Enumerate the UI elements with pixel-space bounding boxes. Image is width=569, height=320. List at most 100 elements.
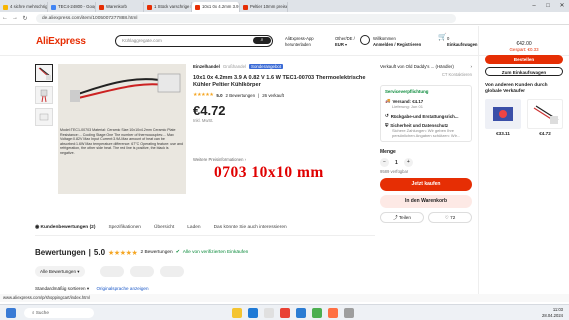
likes-count: 72 (450, 215, 456, 220)
tab-recommendations[interactable]: Das könnte Sie auch interessieren (214, 225, 287, 230)
recommendation-item[interactable]: €4.72 (527, 99, 563, 136)
thumbnail[interactable] (35, 86, 53, 104)
recommendation-price: €4.72 (539, 131, 551, 136)
browser-tab-active[interactable]: 10x1 0x 4.2mm 3.9 4.0 82 V (192, 2, 240, 12)
tab-label: 4 sichre mehrschrige sichte T (10, 4, 48, 9)
sold-by-label: Verkauft von (380, 64, 405, 69)
app-download[interactable]: AliExpress-App herunterladen (285, 36, 314, 47)
detail-tabs: ◉ Kundenbewertungen (2) Spezifikationen … (35, 225, 287, 230)
browser-tab[interactable]: TEC4-24800 - Google Suche (48, 2, 96, 12)
browser-tab[interactable]: Warenkorb (96, 2, 144, 12)
product-main-image[interactable]: Model:TEC1-00703 Material: Ceramic Size:… (58, 64, 186, 194)
back-icon[interactable]: ← (0, 15, 10, 21)
tab-favicon-icon (51, 4, 56, 10)
taskbar-search[interactable]: ⌕ Suche (24, 308, 94, 318)
go-to-cart-button[interactable]: Zum Einkaufswagen (485, 67, 563, 76)
special-offer-badge: Sonderangebot (249, 64, 284, 69)
chevron-right-icon: › (244, 157, 247, 162)
tab-label: TEC4-24800 - Google Suche (58, 4, 95, 9)
verified-label: Alle von verifizierten Einkäufen (182, 250, 249, 255)
search-icon[interactable]: ⌕ (253, 37, 271, 44)
wishlist-button[interactable]: ♡ 72 (428, 212, 472, 223)
currency-label: EUR (335, 41, 344, 47)
forward-icon[interactable]: → (10, 15, 20, 21)
original-language-link[interactable]: Originalsprache anzeigen (96, 286, 148, 291)
close-icon[interactable]: ✕ (555, 0, 569, 12)
account-menu[interactable]: Willkommen Anmelden / Registrieren (373, 36, 421, 47)
seller-line[interactable]: Verkauft von Old Daddy's ... (Händler) › (380, 64, 472, 69)
minimize-icon[interactable]: – (527, 0, 541, 12)
chevron-down-icon: ▾ (77, 269, 80, 274)
excel-icon[interactable] (312, 308, 322, 318)
cart-link[interactable]: 🛒 (438, 34, 447, 41)
share-icon: ⤴ (393, 215, 398, 220)
product-title: 10x1 0x 4.2mm 3.9 A 0.82 V 1.6 W TEC1-00… (193, 75, 366, 88)
tab-specifications[interactable]: Spezifikationen (108, 225, 141, 230)
sort-dropdown[interactable]: Standardmäßig sortieren ▾ (35, 286, 89, 291)
browser-tab[interactable]: Peltier 10mm preise spulen (240, 2, 288, 12)
thumbnail[interactable] (35, 64, 53, 82)
product-price: €4.72 (193, 103, 226, 118)
filter-chip[interactable] (130, 266, 154, 277)
system-clock[interactable]: 11:03 28.04.2024 (542, 307, 563, 318)
tab-wholesale[interactable]: Großhandel (223, 64, 246, 69)
add-to-cart-button[interactable]: In den Warenkorb (380, 195, 472, 208)
return-icon: ↺ (385, 113, 389, 118)
contact-seller[interactable]: CT Kontaktieren (380, 72, 472, 77)
order-button[interactable]: Bestellen (485, 55, 563, 64)
browser-tab[interactable]: 1 Stück varschrige Kühlung d (144, 2, 192, 12)
price-info-link[interactable]: Weitere Preisinformationen › (193, 157, 369, 162)
thumbnail[interactable] (35, 108, 53, 126)
vat-note: Inkl. MwSt. (193, 118, 214, 123)
buy-box: Verkauft von Old Daddy's ... (Händler) ›… (380, 64, 472, 223)
tab-overview[interactable]: Übersicht (154, 225, 174, 230)
returns-row[interactable]: ↺ Rückgabe-und Erstattungsrich... (385, 113, 467, 119)
stock-available: 9589 verfügbar (380, 169, 409, 174)
tab-retail[interactable]: Einzelhandel (193, 64, 220, 69)
language-currency-selector[interactable]: Other/DE / EUR ▾ (335, 36, 355, 47)
taskbar-search-label: Suche (35, 310, 49, 315)
account-signin: Anmelden / Registrieren (373, 41, 422, 47)
url-field[interactable]: de.aliexpress.com/item/1005007277888.htm… (36, 13, 456, 23)
maximize-icon[interactable]: □ (541, 0, 555, 12)
plus-icon[interactable]: + (403, 158, 413, 167)
share-button[interactable]: ⤴ Teilen (380, 212, 424, 223)
search-input[interactable]: Kühlaggregate.com ⌕ (115, 35, 273, 47)
seller-name[interactable]: Old Daddy's ... (Händler) (406, 64, 454, 69)
user-icon (360, 35, 370, 45)
tab-reviews[interactable]: ◉ Kundenbewertungen (2) (35, 225, 95, 230)
cart-label-group[interactable]: 0 Einkaufswagen (447, 36, 477, 47)
file-explorer-icon[interactable] (232, 308, 242, 318)
start-icon[interactable] (6, 308, 16, 318)
store-icon[interactable] (264, 308, 274, 318)
rating-value: 5.0 (216, 92, 223, 98)
filter-chip[interactable] (100, 266, 124, 277)
word-icon[interactable] (296, 308, 306, 318)
delivery-date: Lieferung: Jun 01 (392, 104, 423, 109)
browser-tab[interactable]: 4 sichre mehrschrige sichte T (0, 2, 48, 12)
filter-chip[interactable] (160, 266, 184, 277)
app-icon[interactable] (280, 308, 290, 318)
shield-icon: ⛨ (385, 123, 389, 128)
buy-now-button[interactable]: Jetzt kaufen (380, 178, 472, 191)
quantity-value[interactable]: 1 (395, 160, 398, 166)
taskbar: ⌕ Suche 11:03 28.04.2024 (0, 304, 569, 320)
review-count[interactable]: 2 Bewertungen (226, 93, 256, 98)
review-filter-dropdown[interactable]: Alle Bewertungen ▾ (35, 266, 85, 277)
settings-icon[interactable] (344, 308, 354, 318)
tab-favicon-icon (147, 4, 152, 10)
security-sub: Sichere Zahlungen: Wir geben Ihre persön… (392, 128, 461, 138)
right-sidebar: €42.00 Gespart: €0.33 Bestellen Zum Eink… (478, 26, 569, 296)
aliexpress-logo[interactable]: AliExpress (36, 36, 86, 47)
recommendation-list: €33.11 €4.72 (485, 99, 563, 136)
product-info: Einzelhandel Großhandel Sonderangebot 10… (193, 64, 369, 162)
reviews-count: 2 Bewertungen (140, 250, 173, 255)
edge-icon[interactable] (248, 308, 258, 318)
truck-icon: 🚚 (385, 98, 391, 103)
minus-icon[interactable]: − (380, 158, 389, 167)
tab-store[interactable]: Laden (187, 225, 200, 230)
firefox-icon[interactable] (328, 308, 338, 318)
recommendation-item[interactable]: €33.11 (485, 99, 521, 136)
sort-row: Standardmäßig sortieren ▾ Originalsprach… (35, 286, 149, 292)
reload-icon[interactable]: ↻ (20, 15, 30, 22)
